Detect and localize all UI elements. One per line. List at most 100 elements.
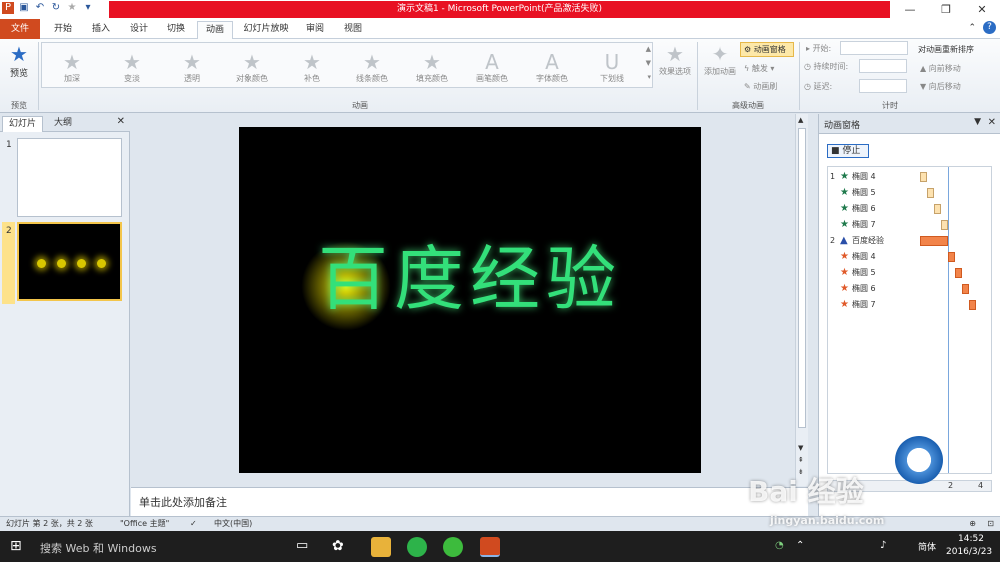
start-select[interactable] [840,41,908,55]
timing-bar[interactable] [962,284,969,294]
notes-pane[interactable]: 单击此处添加备注 [131,487,808,516]
tab-home[interactable]: 开始 [48,21,78,39]
ribbon-tabs: 文件 开始 插入 设计 切换 动画 幻灯片放映 审阅 视图 ⌃ ? [0,19,1000,39]
ime-indicator[interactable]: 简体 [918,540,936,553]
animation-item[interactable]: ★ 椭圆 7 [828,217,991,233]
timing-bar[interactable] [920,172,927,182]
animation-painter-button[interactable]: ✎ 动画刷 [744,81,777,92]
animation-item[interactable]: 1 ★ 椭圆 4 [828,169,991,185]
animation-item-label: 椭圆 4 [852,252,876,261]
timing-bar[interactable] [920,236,948,246]
redo-icon[interactable]: ↻ [50,2,62,14]
effect-object-color[interactable]: ★ 对象颜色 [224,51,280,84]
close-pane-icon[interactable]: ✕ [117,116,125,127]
maximize-icon[interactable]: ❐ [928,0,964,19]
slide-thumbnail-1[interactable] [17,138,122,217]
thumb-glow-dot [77,259,86,268]
editor-scrollbar[interactable]: ▲ ▼ ⇞ ⇟ [795,114,808,486]
effect-options-button[interactable]: ★ 效果选项 [655,42,695,77]
pane-menu-icon[interactable]: ▼ [974,117,981,127]
effect-fill-color[interactable]: ★ 填充颜色 [404,51,460,84]
tab-view[interactable]: 视图 [338,21,368,39]
preview-button[interactable]: ★ 预览 [4,42,34,79]
save-icon[interactable]: ▣ [18,2,30,14]
tab-file[interactable]: 文件 [0,19,40,39]
move-later-button[interactable]: ▼ 向后移动 [920,81,961,92]
wifi-icon[interactable]: ◔ [775,540,784,551]
undo-icon[interactable]: ↶ [34,2,46,14]
effect-font-color[interactable]: A 字体颜色 [524,51,580,84]
timing-bar[interactable] [969,300,976,310]
gallery-more-icon[interactable]: ▾ [647,73,651,81]
spellcheck-icon[interactable]: ✓ [190,517,197,531]
wifi-app-icon[interactable] [443,537,463,557]
fan-app-icon[interactable]: ✿ [332,538,344,554]
tab-review[interactable]: 审阅 [300,21,330,39]
clock-date[interactable]: 2016/3/23 [946,547,992,557]
trigger-button[interactable]: ϟ 触发 ▾ [744,63,774,74]
tab-transitions[interactable]: 切换 [161,21,191,39]
animation-item[interactable]: 2 ▲ 百度经验 [828,233,991,249]
slide-title-text[interactable]: 百度经验 [239,223,701,324]
volume-icon[interactable]: ♪ [880,540,886,551]
effect-complementary[interactable]: ★ 补色 [284,51,340,84]
tab-insert[interactable]: 插入 [86,21,116,39]
effect-line-color[interactable]: ★ 线条颜色 [344,51,400,84]
customize-icon[interactable]: ▾ [82,2,94,14]
tab-design[interactable]: 设计 [124,21,154,39]
powerpoint-taskbar-icon[interactable] [480,537,500,557]
windows-start-icon[interactable]: ⊞ [10,538,22,554]
task-view-icon[interactable]: ▭ [296,538,308,553]
theme-name[interactable]: "Office 主题" [120,517,169,531]
add-animation-button[interactable]: ✦ 添加动画 [701,42,739,77]
slide-thumbnail-2[interactable] [17,222,122,301]
animation-pane-button[interactable]: ⚙ 动画窗格 [740,42,794,57]
fit-icon[interactable]: ⊡ [987,517,994,531]
effect-darken[interactable]: ★ 加深 [44,51,100,84]
scroll-up-icon[interactable]: ▲ [798,116,803,124]
gallery-down-icon[interactable]: ▼ [646,59,651,67]
close-icon[interactable]: ✕ [988,117,996,128]
help-icon[interactable]: ? [983,21,996,34]
animation-item[interactable]: ★ 椭圆 7 [828,297,991,313]
animation-item[interactable]: ★ 椭圆 6 [828,201,991,217]
ribbon-collapse-icon[interactable]: ⌃ [968,23,976,33]
tab-slides[interactable]: 幻灯片 [2,116,44,132]
close-icon[interactable]: ✕ [964,0,1000,19]
scroll-thumb[interactable] [798,128,806,428]
timing-bar[interactable] [927,188,934,198]
effect-underline[interactable]: U 下划线 [584,51,640,84]
prev-slide-icon[interactable]: ⇞ [798,456,804,464]
clock-time[interactable]: 14:52 [958,534,984,544]
stop-button[interactable]: ■ 停止 [827,144,869,158]
tray-expand-icon[interactable]: ⌃ [796,540,804,551]
scroll-down-icon[interactable]: ▼ [798,444,803,452]
timing-bar[interactable] [941,220,948,230]
move-earlier-button[interactable]: ▲ 向前移动 [920,63,961,74]
tab-animations[interactable]: 动画 [197,21,233,39]
taskbar-search[interactable]: 搜索 Web 和 Windows [40,540,157,556]
effect-brush-color[interactable]: A 画笔颜色 [464,51,520,84]
language-indicator[interactable]: 中文(中国) [214,517,252,531]
zoom-in-icon[interactable]: ⊕ [969,517,976,531]
animation-item[interactable]: ★ 椭圆 6 [828,281,991,297]
effect-lighten[interactable]: ★ 变淡 [104,51,160,84]
animation-item[interactable]: ★ 椭圆 5 [828,185,991,201]
browser-icon[interactable] [407,537,427,557]
gallery-up-icon[interactable]: ▲ [646,45,651,53]
duration-input[interactable] [859,59,907,73]
animation-item[interactable]: ★ 椭圆 5 [828,265,991,281]
effect-transparency[interactable]: ★ 透明 [164,51,220,84]
timing-bar[interactable] [934,204,941,214]
file-explorer-icon[interactable] [371,537,391,557]
timing-bar[interactable] [948,252,955,262]
star-icon[interactable]: ★ [66,2,78,14]
delay-input[interactable] [859,79,907,93]
tab-slideshow[interactable]: 幻灯片放映 [240,21,292,39]
baidu-watermark-logo: Bai 经验 [748,475,864,508]
timing-bar[interactable] [955,268,962,278]
animation-item[interactable]: ★ 椭圆 4 [828,249,991,265]
minimize-icon[interactable]: — [892,0,928,19]
tab-outline[interactable]: 大纲 [48,116,78,132]
slide-canvas[interactable]: 百度经验 [239,127,701,473]
